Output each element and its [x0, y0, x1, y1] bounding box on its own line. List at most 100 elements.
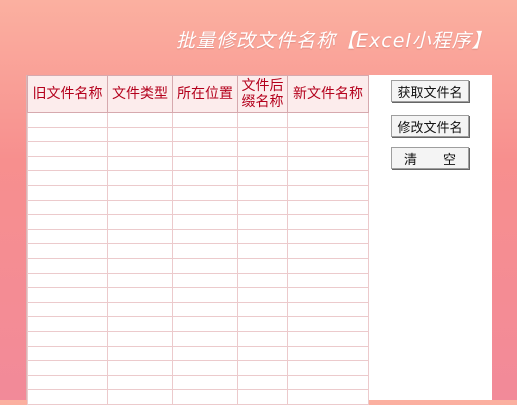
table-cell[interactable]: [27, 389, 108, 405]
table-cell[interactable]: [287, 228, 369, 245]
get-filename-button[interactable]: 获取文件名: [391, 80, 469, 102]
table-cell[interactable]: [107, 126, 173, 143]
table-cell[interactable]: [172, 287, 238, 303]
table-cell[interactable]: [172, 316, 238, 332]
table-cell[interactable]: [172, 155, 238, 172]
table-cell[interactable]: [27, 155, 108, 172]
table-cell[interactable]: [27, 345, 108, 362]
table-cell[interactable]: [107, 345, 173, 362]
table-cell[interactable]: [237, 170, 288, 186]
table-cell[interactable]: [287, 301, 369, 318]
table-cell[interactable]: [172, 170, 238, 186]
table-cell[interactable]: [287, 126, 369, 143]
rename-file-button[interactable]: 修改文件名: [391, 115, 469, 137]
table-cell[interactable]: [237, 141, 288, 157]
table-cell[interactable]: [172, 345, 238, 362]
table-cell[interactable]: [172, 272, 238, 289]
table-cell[interactable]: [107, 112, 173, 128]
table-cell[interactable]: [237, 257, 288, 274]
table-cell[interactable]: [107, 287, 173, 303]
table-cell[interactable]: [287, 345, 369, 362]
table-cell[interactable]: [27, 374, 108, 391]
table-cell[interactable]: [172, 243, 238, 259]
table-cell[interactable]: [27, 316, 108, 332]
table-cell[interactable]: [237, 199, 288, 216]
table-cell[interactable]: [287, 374, 369, 391]
table-cell[interactable]: [107, 214, 173, 230]
table-cell[interactable]: [287, 199, 369, 216]
table-cell[interactable]: [107, 243, 173, 259]
table-cell[interactable]: [107, 360, 173, 376]
table-cell[interactable]: [107, 272, 173, 289]
header-extension[interactable]: 文件后 缀名称: [237, 75, 288, 113]
table-cell[interactable]: [237, 228, 288, 245]
header-old-name[interactable]: 旧文件名称: [27, 75, 108, 113]
table-cell[interactable]: [287, 141, 369, 157]
table-cell[interactable]: [287, 316, 369, 332]
table-cell[interactable]: [172, 184, 238, 201]
table-cell[interactable]: [27, 112, 108, 128]
table-cell[interactable]: [287, 287, 369, 303]
table-cell[interactable]: [107, 199, 173, 216]
table-cell[interactable]: [27, 360, 108, 376]
header-location[interactable]: 所在位置: [172, 75, 238, 113]
table-cell[interactable]: [287, 184, 369, 201]
table-cell[interactable]: [107, 170, 173, 186]
table-cell[interactable]: [287, 214, 369, 230]
table-cell[interactable]: [237, 345, 288, 362]
table-cell[interactable]: [237, 287, 288, 303]
table-cell[interactable]: [237, 374, 288, 391]
table-cell[interactable]: [237, 184, 288, 201]
table-cell[interactable]: [27, 243, 108, 259]
table-cell[interactable]: [172, 228, 238, 245]
table-cell[interactable]: [172, 257, 238, 274]
table-cell[interactable]: [237, 389, 288, 405]
table-cell[interactable]: [27, 170, 108, 186]
header-file-type[interactable]: 文件类型: [107, 75, 173, 113]
table-cell[interactable]: [172, 330, 238, 347]
table-cell[interactable]: [27, 228, 108, 245]
table-cell[interactable]: [287, 170, 369, 186]
table-cell[interactable]: [172, 141, 238, 157]
table-cell[interactable]: [27, 126, 108, 143]
table-cell[interactable]: [237, 126, 288, 143]
table-cell[interactable]: [27, 184, 108, 201]
table-cell[interactable]: [27, 214, 108, 230]
table-cell[interactable]: [172, 112, 238, 128]
table-cell[interactable]: [107, 228, 173, 245]
table-cell[interactable]: [172, 389, 238, 405]
table-cell[interactable]: [27, 257, 108, 274]
table-cell[interactable]: [237, 112, 288, 128]
table-cell[interactable]: [287, 389, 369, 405]
clear-button[interactable]: 清 空: [391, 147, 469, 169]
table-cell[interactable]: [27, 301, 108, 318]
table-cell[interactable]: [27, 287, 108, 303]
table-cell[interactable]: [27, 330, 108, 347]
table-cell[interactable]: [27, 199, 108, 216]
table-cell[interactable]: [237, 155, 288, 172]
table-cell[interactable]: [172, 301, 238, 318]
table-cell[interactable]: [237, 316, 288, 332]
table-cell[interactable]: [107, 374, 173, 391]
table-cell[interactable]: [107, 330, 173, 347]
table-cell[interactable]: [172, 214, 238, 230]
table-cell[interactable]: [107, 141, 173, 157]
table-cell[interactable]: [107, 389, 173, 405]
table-cell[interactable]: [107, 301, 173, 318]
table-cell[interactable]: [107, 155, 173, 172]
table-cell[interactable]: [237, 214, 288, 230]
table-cell[interactable]: [27, 272, 108, 289]
table-cell[interactable]: [287, 272, 369, 289]
table-cell[interactable]: [172, 360, 238, 376]
table-cell[interactable]: [287, 112, 369, 128]
table-cell[interactable]: [287, 243, 369, 259]
table-cell[interactable]: [287, 330, 369, 347]
table-cell[interactable]: [237, 301, 288, 318]
table-cell[interactable]: [287, 155, 369, 172]
table-cell[interactable]: [172, 374, 238, 391]
table-cell[interactable]: [287, 360, 369, 376]
table-cell[interactable]: [237, 243, 288, 259]
table-cell[interactable]: [172, 199, 238, 216]
table-cell[interactable]: [107, 257, 173, 274]
table-cell[interactable]: [107, 316, 173, 332]
